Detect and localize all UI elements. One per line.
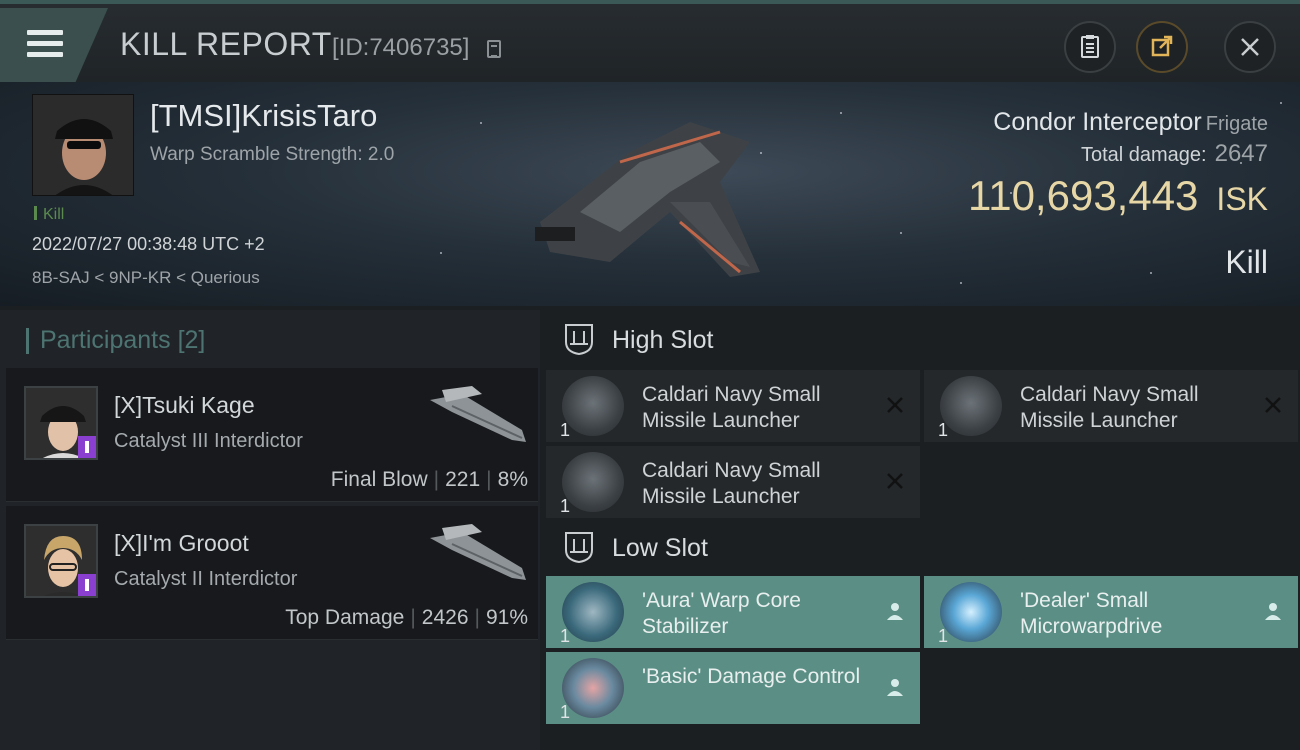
kill-summary: [TMSI]KrisisTaro Warp Scramble Strength:… xyxy=(0,82,1300,306)
module-name: Caldari Navy Small Missile Launcher xyxy=(1020,383,1199,432)
share-icon xyxy=(1151,35,1173,57)
participant-ship-image xyxy=(430,386,526,442)
missile-launcher-icon xyxy=(940,376,1002,436)
high-slot-title: High Slot xyxy=(612,326,714,354)
title-bar: KILL REPORT [ID:7406735] xyxy=(0,0,1300,82)
participant-avatar[interactable] xyxy=(24,386,98,460)
participant-stats: Final Blow | 221 | 8% xyxy=(330,468,528,491)
fitting-panel: High Slot 1 Caldari Navy Small Missile L… xyxy=(544,310,1300,750)
low-slot-title: Low Slot xyxy=(612,534,708,562)
participant-ship: Catalyst III Interdictor xyxy=(114,430,303,452)
menu-button[interactable] xyxy=(0,8,108,82)
kill-id: [ID:7406735] xyxy=(332,34,470,61)
kill-timestamp: 2022/07/27 00:38:48 UTC +2 xyxy=(32,234,265,254)
share-button[interactable] xyxy=(1136,21,1188,73)
missile-launcher-icon xyxy=(562,452,624,512)
warp-scramble-strength: Warp Scramble Strength: 2.0 xyxy=(150,144,395,165)
module-quantity: 1 xyxy=(560,496,571,516)
total-damage: Total damage: 2647 xyxy=(1080,140,1268,167)
kill-location[interactable]: 8B-SAJ < 9NP-KR < Querious xyxy=(32,268,260,288)
player-badge-icon xyxy=(78,436,96,458)
dropped-person-icon xyxy=(887,603,903,620)
module-item[interactable]: 1 'Aura' Warp Core Stabilizer xyxy=(546,576,920,648)
dropped-person-icon xyxy=(1265,603,1281,620)
module-name: 'Aura' Warp Core Stabilizer xyxy=(642,589,801,638)
module-name: 'Dealer' Small Microwarpdrive xyxy=(1020,589,1163,638)
module-item[interactable]: 1 Caldari Navy Small Missile Launcher xyxy=(546,370,920,442)
close-icon xyxy=(1241,38,1259,56)
damage-control-icon xyxy=(562,658,624,718)
ship-class: Frigate xyxy=(1205,113,1268,135)
destroyed-icon xyxy=(887,397,903,413)
participants-title: Participants [2] xyxy=(25,326,205,355)
module-name: Caldari Navy Small Missile Launcher xyxy=(642,383,821,432)
module-name: 'Basic' Damage Control xyxy=(642,665,861,688)
low-slot-icon xyxy=(565,532,593,564)
page-title: KILL REPORT xyxy=(120,26,332,62)
microwarpdrive-icon xyxy=(940,582,1002,642)
participants-panel: Participants [2] [X]Tsuki Kage Catalyst … xyxy=(0,310,540,750)
victim-name[interactable]: [TMSI]KrisisTaro xyxy=(150,98,377,134)
clipboard-button[interactable] xyxy=(1064,21,1116,73)
clipboard-icon xyxy=(1081,35,1099,58)
destroyed-icon xyxy=(1265,397,1281,413)
module-quantity: 1 xyxy=(560,420,571,440)
participant-avatar[interactable] xyxy=(24,524,98,598)
high-slot-icon xyxy=(565,324,593,356)
isk-value: 110,693,443 ISK xyxy=(967,172,1268,219)
participant-card[interactable]: [X]I'm Grooot Catalyst II Interdictor To… xyxy=(6,506,538,640)
participant-stats: Top Damage | 2426 | 91% xyxy=(285,606,528,629)
low-slot-header: Low Slot xyxy=(544,518,1300,576)
module-quantity: 1 xyxy=(938,420,949,440)
result-label: Kill xyxy=(1225,244,1268,280)
participant-name[interactable]: [X]Tsuki Kage xyxy=(114,392,255,419)
high-slot-header: High Slot xyxy=(544,310,1300,368)
module-name: Caldari Navy Small Missile Launcher xyxy=(642,459,821,508)
copy-icon[interactable] xyxy=(487,40,501,58)
module-quantity: 1 xyxy=(560,702,571,722)
missile-launcher-icon xyxy=(562,376,624,436)
kill-tag: Kill xyxy=(34,206,64,224)
participant-name[interactable]: [X]I'm Grooot xyxy=(114,530,249,557)
module-item[interactable]: 1 'Dealer' Small Microwarpdrive xyxy=(924,576,1298,648)
ship-name[interactable]: Condor Interceptor Frigate xyxy=(993,108,1268,137)
participant-ship: Catalyst II Interdictor xyxy=(114,568,298,590)
participant-card[interactable]: [X]Tsuki Kage Catalyst III Interdictor F… xyxy=(6,368,538,502)
module-item[interactable]: 1 Caldari Navy Small Missile Launcher xyxy=(546,446,920,518)
module-item[interactable]: 1 Caldari Navy Small Missile Launcher xyxy=(924,370,1298,442)
hamburger-icon xyxy=(27,30,63,63)
module-quantity: 1 xyxy=(560,626,571,646)
victim-ship-image[interactable] xyxy=(520,102,780,292)
player-badge-icon xyxy=(78,574,96,596)
warp-core-stabilizer-icon xyxy=(562,582,624,642)
close-button[interactable] xyxy=(1224,21,1276,73)
participant-ship-image xyxy=(430,524,526,580)
module-item[interactable]: 1 'Basic' Damage Control xyxy=(546,652,920,724)
victim-avatar[interactable] xyxy=(32,94,134,196)
destroyed-icon xyxy=(887,473,903,489)
dropped-person-icon xyxy=(887,679,903,696)
module-quantity: 1 xyxy=(938,626,949,646)
